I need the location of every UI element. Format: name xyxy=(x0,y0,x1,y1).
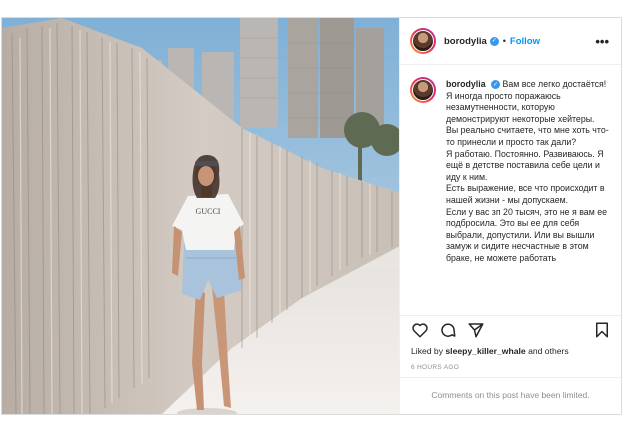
caption-text: Вам все легко достаётся! Я иногда просто… xyxy=(446,79,609,263)
post-timestamp[interactable]: 6 HOURS AGO xyxy=(400,356,621,378)
likes-prefix: Liked by xyxy=(411,346,444,356)
share-icon[interactable] xyxy=(467,321,485,339)
post-side-panel: borodylia ✓ • Follow ••• borodylia ✓ Вам… xyxy=(399,18,621,414)
instagram-post: GUCCI borodylia ✓ • Follow ••• borodylia… xyxy=(1,17,622,415)
follow-button[interactable]: Follow xyxy=(510,36,540,47)
caption-avatar[interactable] xyxy=(410,77,436,103)
beach-fence-photo: GUCCI xyxy=(2,18,399,414)
action-bar xyxy=(400,316,621,344)
verified-badge-icon: ✓ xyxy=(491,80,501,90)
heart-icon[interactable] xyxy=(411,321,429,339)
header-username[interactable]: borodylia xyxy=(444,36,487,47)
avatar[interactable] xyxy=(410,28,436,54)
bookmark-icon[interactable] xyxy=(593,321,611,339)
separator-dot: • xyxy=(502,36,506,46)
verified-badge-icon: ✓ xyxy=(489,36,499,46)
caption-comment: borodylia ✓ Вам все легко достаётся! Я и… xyxy=(410,77,611,265)
caption-area[interactable]: borodylia ✓ Вам все легко достаётся! Я и… xyxy=(400,65,621,316)
comment-icon[interactable] xyxy=(439,321,457,339)
likes-suffix[interactable]: and others xyxy=(528,346,569,356)
comments-limited-notice: Comments on this post have been limited. xyxy=(431,390,590,400)
more-options-icon[interactable]: ••• xyxy=(595,35,609,48)
likes-user-link[interactable]: sleepy_killer_whale xyxy=(445,346,525,356)
post-photo[interactable]: GUCCI xyxy=(2,18,399,414)
post-header: borodylia ✓ • Follow ••• xyxy=(400,18,621,65)
caption-text-block: borodylia ✓ Вам все легко достаётся! Я и… xyxy=(446,79,611,265)
shirt-print-text: GUCCI xyxy=(196,207,221,216)
likes-line: Liked by sleepy_killer_whale and others xyxy=(400,344,621,356)
caption-username[interactable]: borodylia xyxy=(446,79,486,89)
